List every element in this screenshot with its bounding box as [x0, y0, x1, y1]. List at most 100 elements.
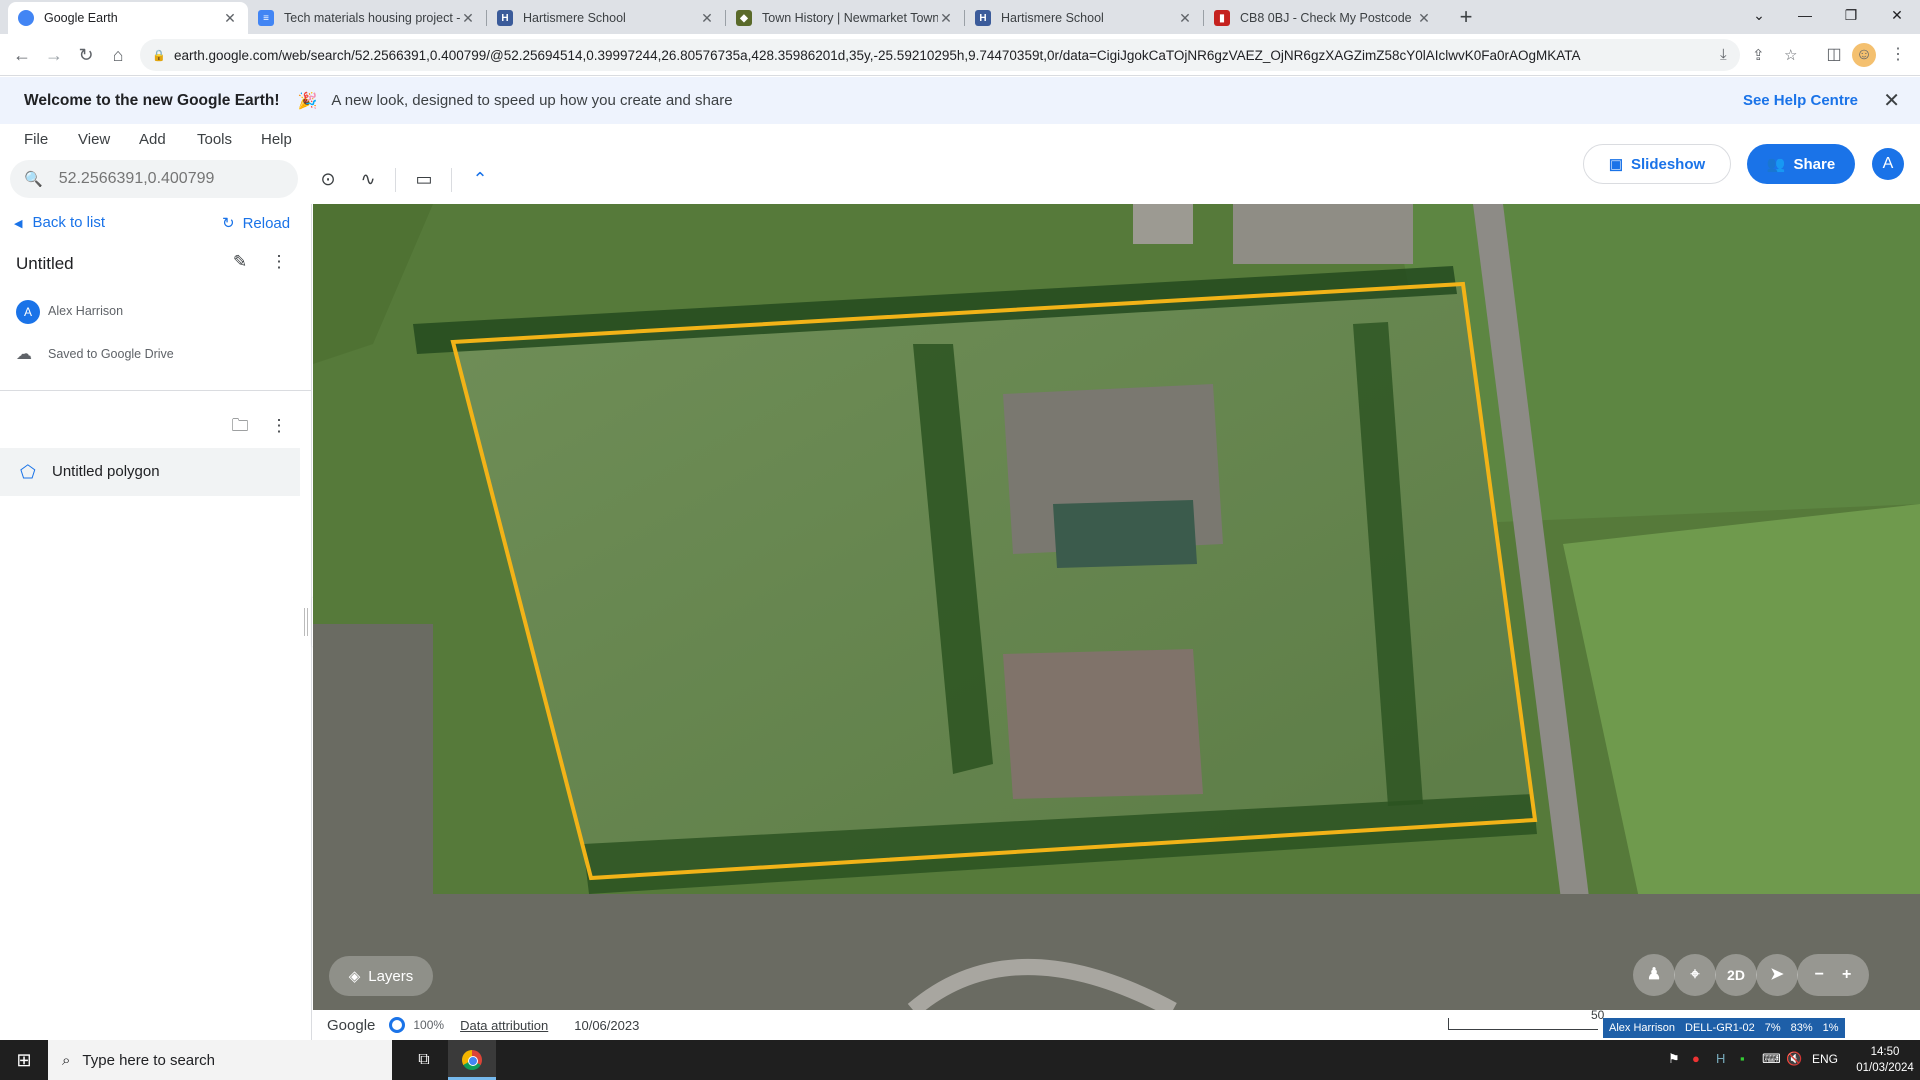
housing-west: [313, 624, 433, 1010]
chevron-up-icon[interactable]: ⌃: [465, 164, 495, 194]
back-icon[interactable]: ←: [8, 41, 36, 69]
building-north-1: [1133, 204, 1193, 244]
menu-view[interactable]: View: [78, 131, 110, 148]
menu-file[interactable]: File: [24, 131, 48, 148]
more-options-icon[interactable]: ⋮: [265, 412, 293, 440]
help-centre-link[interactable]: See Help Centre: [1743, 92, 1858, 109]
layers-button[interactable]: ◈ Layers: [329, 956, 433, 996]
placemark-icon[interactable]: ⊙: [313, 164, 343, 194]
bginfo-host: DELL-GR1-02: [1685, 1022, 1755, 1034]
profile-icon[interactable]: ☺: [1852, 43, 1876, 67]
tab-tech-materials[interactable]: ≡ Tech materials housing project - ✕: [248, 2, 486, 34]
chrome-taskbar-button[interactable]: [448, 1040, 496, 1080]
edit-pencil-icon[interactable]: ✎: [226, 248, 254, 276]
bginfo-overlay: Alex Harrison DELL-GR1-02 7% 83% 1%: [1603, 1018, 1845, 1038]
feature-item-polygon[interactable]: ⬠ Untitled polygon: [0, 448, 300, 496]
clock-date: 01/03/2024: [1856, 1062, 1914, 1074]
tray-icon-1[interactable]: ⚑: [1668, 1051, 1680, 1067]
menu-help[interactable]: Help: [261, 131, 292, 148]
system-clock[interactable]: 14:50 01/03/2024: [1856, 1044, 1914, 1076]
restore-button[interactable]: ❐: [1828, 0, 1874, 30]
install-icon[interactable]: ⤓: [1720, 46, 1727, 63]
more-options-icon[interactable]: ⋮: [265, 248, 293, 276]
account-avatar[interactable]: A: [1872, 148, 1904, 180]
bookmark-star-icon[interactable]: ☆: [1784, 46, 1797, 64]
scale-bar: [1448, 1018, 1598, 1030]
people-icon: 👥: [1766, 156, 1786, 173]
back-to-list-link[interactable]: ◀ Back to list: [14, 214, 105, 231]
minimize-button[interactable]: —: [1782, 0, 1828, 30]
tab-google-earth[interactable]: Google Earth ✕: [8, 2, 248, 34]
home-icon[interactable]: ⌂: [104, 41, 132, 69]
polygon-icon: ⬠: [20, 462, 36, 482]
tab-search-button[interactable]: ⌄: [1736, 0, 1782, 30]
map-view[interactable]: ◈ Layers ♟ ⌖ 2D ➤ − +: [313, 204, 1920, 1010]
network-icon[interactable]: ⌨: [1762, 1051, 1781, 1067]
slideshow-label: Slideshow: [1631, 155, 1706, 173]
browser-menu-icon[interactable]: ⋮: [1886, 43, 1910, 67]
loading-indicator-icon: [389, 1017, 406, 1033]
ruler-icon[interactable]: ▭: [409, 164, 439, 194]
speaker-muted-icon[interactable]: 🔇: [1786, 1051, 1802, 1067]
search-icon: 🔍: [24, 171, 43, 188]
search-box[interactable]: 🔍: [10, 160, 298, 198]
language-indicator[interactable]: ENG: [1812, 1052, 1838, 1066]
menu-add[interactable]: Add: [139, 131, 166, 148]
share-label: Share: [1793, 155, 1836, 173]
feature-label: Untitled polygon: [52, 463, 160, 480]
close-icon[interactable]: ✕: [222, 10, 238, 27]
project-panel: ◀ Back to list ↻ Reload Untitled ✎ ⋮ A Ale…: [0, 204, 312, 1040]
tab-hartismere-1[interactable]: H Hartismere School ✕: [487, 2, 725, 34]
forward-icon[interactable]: →: [40, 41, 68, 69]
new-tab-button[interactable]: +: [1452, 4, 1480, 32]
side-panel-icon[interactable]: ◫: [1822, 43, 1846, 67]
tray-icon-2[interactable]: ●: [1692, 1051, 1700, 1066]
refresh-icon: ↻: [222, 215, 235, 232]
menu-tools[interactable]: Tools: [197, 131, 232, 148]
slideshow-button[interactable]: ▣ Slideshow: [1583, 144, 1731, 184]
window-close-button[interactable]: ✕: [1874, 0, 1920, 30]
windows-start-icon[interactable]: ⊞: [0, 1040, 48, 1080]
location-off-icon[interactable]: ⌖: [1674, 954, 1716, 996]
close-icon[interactable]: ✕: [460, 10, 476, 27]
project-title: Untitled: [16, 254, 74, 273]
close-icon[interactable]: ✕: [699, 10, 715, 27]
draw-path-icon[interactable]: ∿: [353, 164, 383, 194]
compass-icon[interactable]: ➤: [1756, 954, 1798, 996]
tab-title: CB8 0BJ - Check My Postcode: [1240, 11, 1412, 25]
welcome-banner: Welcome to the new Google Earth! 🎉 A new…: [0, 77, 1920, 124]
close-icon[interactable]: ✕: [1177, 10, 1193, 27]
reload-icon[interactable]: ↻: [72, 41, 100, 69]
earth-icon: [18, 10, 34, 26]
share-button[interactable]: 👥 Share: [1747, 144, 1855, 184]
tab-title: Google Earth: [44, 11, 118, 25]
pegman-icon[interactable]: ♟: [1633, 954, 1675, 996]
zoom-in-button[interactable]: +: [1842, 966, 1851, 983]
tray-icon-4[interactable]: ▪: [1740, 1051, 1745, 1066]
tray-icon-3[interactable]: H: [1716, 1051, 1725, 1066]
panel-resize-handle[interactable]: [304, 608, 308, 636]
tab-town-history[interactable]: ◆ Town History | Newmarket Town ✕: [726, 2, 964, 34]
close-icon[interactable]: ✕: [938, 10, 954, 27]
share-page-icon[interactable]: ⇪: [1752, 46, 1765, 64]
clock-time: 14:50: [1870, 1046, 1900, 1058]
task-view-icon[interactable]: ⧉: [400, 1040, 448, 1080]
address-bar[interactable]: 🔒 earth.google.com/web/search/52.2566391…: [140, 39, 1740, 71]
tab-hartismere-2[interactable]: H Hartismere School ✕: [965, 2, 1203, 34]
tab-title: Hartismere School: [1001, 11, 1104, 25]
bginfo-mem: 83%: [1790, 1022, 1813, 1034]
tab-title: Hartismere School: [523, 11, 626, 25]
data-attribution-link[interactable]: Data attribution: [460, 1018, 548, 1033]
search-input[interactable]: [58, 170, 289, 188]
new-folder-icon[interactable]: 🗀: [226, 412, 254, 440]
toolbar-divider: [451, 168, 452, 192]
crest-icon: ◆: [736, 10, 752, 26]
reload-button[interactable]: ↻ Reload: [222, 214, 290, 232]
close-banner-icon[interactable]: ✕: [1883, 88, 1900, 113]
taskbar-search[interactable]: ⌕ Type here to search: [48, 1040, 392, 1080]
zoom-out-button[interactable]: −: [1815, 966, 1824, 983]
close-icon[interactable]: ✕: [1416, 10, 1432, 27]
tab-postcode[interactable]: ▮ CB8 0BJ - Check My Postcode ✕: [1204, 2, 1442, 34]
view-mode-2d-button[interactable]: 2D: [1715, 954, 1757, 996]
postcode-icon: ▮: [1214, 10, 1230, 26]
